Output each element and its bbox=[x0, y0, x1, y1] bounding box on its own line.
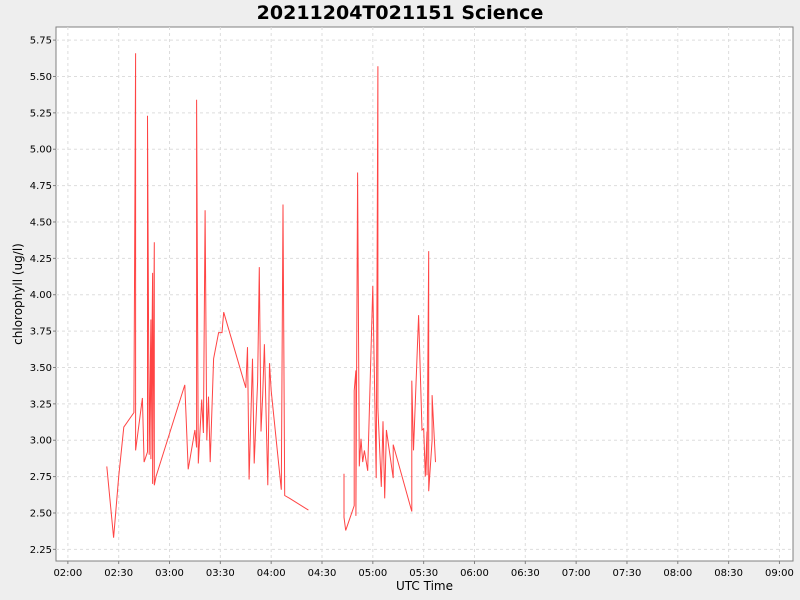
x-tick-label: 04:00 bbox=[257, 568, 286, 579]
x-tick-label: 09:00 bbox=[765, 568, 794, 579]
x-tick-label: 05:30 bbox=[409, 568, 438, 579]
x-tick-label: 02:30 bbox=[104, 568, 133, 579]
x-tick-label: 03:30 bbox=[206, 568, 235, 579]
x-tick-label: 02:00 bbox=[53, 568, 82, 579]
x-tick-label: 08:00 bbox=[663, 568, 692, 579]
y-tick-label: 2.75 bbox=[30, 472, 52, 483]
y-tick-label: 5.50 bbox=[30, 72, 52, 83]
y-tick-label: 3.25 bbox=[30, 399, 52, 410]
x-tick-label: 07:30 bbox=[613, 568, 642, 579]
x-axis-label: UTC Time bbox=[396, 579, 453, 593]
y-tick-label: 5.00 bbox=[30, 145, 52, 156]
x-tick-label: 06:00 bbox=[460, 568, 489, 579]
y-tick-label: 4.25 bbox=[30, 254, 52, 265]
y-tick-label: 4.00 bbox=[30, 290, 52, 301]
y-tick-label: 3.00 bbox=[30, 436, 52, 447]
y-tick-label: 3.75 bbox=[30, 327, 52, 338]
chart-canvas: 02:00 02:30 03:00 03:30 04:00 04:30 05:00 05:30… bbox=[11, 26, 794, 593]
plot-area bbox=[55, 26, 794, 562]
y-tick-label: 5.75 bbox=[30, 36, 52, 47]
x-tick-label: 06:30 bbox=[511, 568, 540, 579]
y-tick-label: 4.50 bbox=[30, 217, 52, 228]
x-tick-label: 05:00 bbox=[358, 568, 387, 579]
y-tick-label: 2.50 bbox=[30, 508, 52, 519]
y-axis-label: chlorophyll (ug/l) bbox=[11, 243, 25, 345]
y-tick-label: 3.50 bbox=[30, 363, 52, 374]
x-tick-label: 08:30 bbox=[714, 568, 743, 579]
y-tick-label: 2.25 bbox=[30, 545, 52, 556]
x-tick-label: 03:00 bbox=[155, 568, 184, 579]
x-tick-label: 04:30 bbox=[308, 568, 337, 579]
y-tick-label: 4.75 bbox=[30, 181, 52, 192]
x-tick-label: 07:00 bbox=[562, 568, 591, 579]
y-tick-label: 5.25 bbox=[30, 108, 52, 119]
